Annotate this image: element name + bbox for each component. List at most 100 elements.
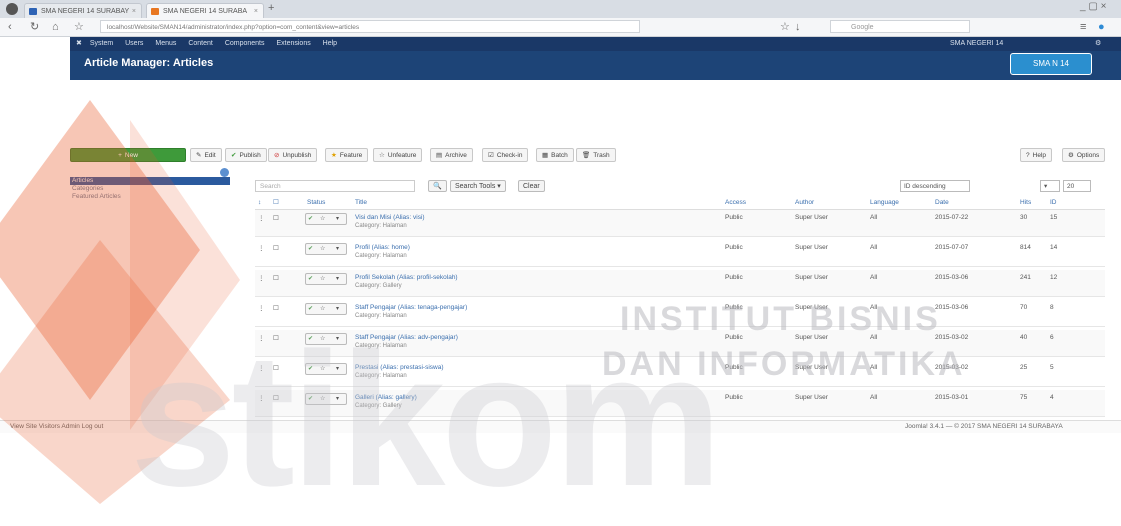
help-icon: ? (1026, 152, 1030, 159)
tab-label: SMA NEGERI 14 SURABA (163, 8, 248, 15)
col-title[interactable]: Title (355, 197, 367, 209)
featured-star-icon[interactable]: ☆ (320, 214, 325, 224)
date-value: 2015-07-07 (935, 244, 969, 251)
hits-value: 814 (1020, 244, 1031, 251)
language-value: All (870, 244, 878, 251)
browser-tab-bar: SMA NEGERI 14 SURABAY × SMA NEGERI 14 SU… (0, 0, 1121, 18)
menu-system[interactable]: System (90, 40, 113, 47)
col-hits[interactable]: Hits (1020, 197, 1031, 209)
feature-button[interactable]: ★ Feature (325, 148, 369, 162)
menu-icon[interactable]: ≡ (1080, 20, 1086, 34)
close-icon[interactable]: × (132, 4, 136, 18)
archive-label: Archive (445, 152, 467, 159)
featured-star-icon[interactable]: ☆ (320, 244, 325, 254)
featured-star-icon[interactable]: ☆ (320, 304, 325, 314)
search-button[interactable]: 🔍 (428, 180, 447, 192)
back-icon[interactable]: ‹ (8, 20, 12, 34)
hits-value: 70 (1020, 304, 1028, 311)
published-check-icon: ✔ (308, 246, 314, 252)
id-value: 4 (1050, 394, 1054, 401)
dropdown-caret-icon[interactable]: ▾ (336, 274, 339, 284)
user-gear-icon[interactable]: ⚙ (1095, 37, 1101, 51)
star-empty-icon: ☆ (379, 152, 385, 159)
menu-content[interactable]: Content (188, 40, 213, 47)
site-name[interactable]: SMA NEGERI 14 (950, 37, 1003, 51)
col-id[interactable]: ID (1050, 197, 1057, 209)
site-logo: SMA N 14 (1010, 53, 1092, 75)
menu-menus[interactable]: Menus (155, 40, 176, 47)
new-tab-button[interactable]: + (268, 2, 274, 14)
limit-select[interactable]: 20 (1063, 180, 1091, 192)
ordering-select[interactable]: ID descending (900, 180, 970, 192)
article-category: Category: Gallery (355, 283, 402, 289)
table-row[interactable]: ⋮ ☐ Public Super User All 2015-07-07 814 14 ✔ ☆ ▾ P… (255, 240, 1105, 267)
batch-icon: ▦ (542, 152, 549, 159)
tab-favicon-icon (29, 8, 37, 15)
col-author[interactable]: Author (795, 197, 814, 209)
search-tools-button[interactable]: Search Tools ▾ (450, 180, 506, 192)
author-value[interactable]: Super User (795, 274, 828, 281)
article-title-link[interactable]: Profil (Alias: home) (355, 244, 410, 251)
browser-tab-2[interactable]: SMA NEGERI 14 SURABA × (146, 3, 264, 18)
checkin-button[interactable]: ☑ Check-in (482, 148, 529, 162)
date-value: 2015-03-06 (935, 274, 969, 281)
help-button[interactable]: ? Help (1020, 148, 1052, 162)
unfeature-button[interactable]: ☆ Unfeature (373, 148, 423, 162)
menu-components[interactable]: Components (225, 40, 265, 47)
reload-icon[interactable]: ↻ (30, 20, 39, 34)
page-title: Article Manager: Articles (84, 57, 214, 69)
article-title-link[interactable]: Profil Sekolah (Alias: profil-sekolah) (355, 274, 458, 281)
col-status[interactable]: Status (307, 197, 325, 209)
options-button[interactable]: ⚙ Options (1062, 148, 1106, 162)
date-value: 2015-03-01 (935, 394, 969, 401)
browser-search-input[interactable]: Google (830, 20, 970, 33)
author-value[interactable]: Super User (795, 394, 828, 401)
featured-star-icon[interactable]: ☆ (320, 274, 325, 284)
search-tools-label: Search Tools (455, 183, 496, 190)
col-language[interactable]: Language (870, 197, 899, 209)
trash-icon: 🗑 (582, 152, 591, 159)
download-icon[interactable]: ↓ (795, 20, 801, 34)
star-icon: ★ (331, 152, 337, 159)
menu-extensions[interactable]: Extensions (276, 40, 310, 47)
archive-icon: ▤ (436, 152, 443, 159)
extension-icon[interactable]: ● (1098, 20, 1105, 34)
status-toggle[interactable]: ✔ ☆ ▾ (305, 243, 347, 255)
archive-button[interactable]: ▤ Archive (430, 148, 473, 162)
clear-button[interactable]: Clear (518, 180, 545, 192)
col-access[interactable]: Access (725, 197, 746, 209)
table-row[interactable]: ⋮ ☐ Public Super User All 2015-03-06 241 12 ✔ ☆ ▾ P… (255, 270, 1105, 297)
close-icon[interactable]: × (254, 4, 258, 18)
status-toggle[interactable]: ✔ ☆ ▾ (305, 213, 347, 225)
hits-value: 25 (1020, 364, 1028, 371)
address-bar[interactable]: localhost/Website/SMAN14/administrator/i… (100, 20, 640, 33)
sort-direction-select[interactable]: ▾ (1040, 180, 1060, 192)
browser-tab-1[interactable]: SMA NEGERI 14 SURABAY × (24, 3, 142, 18)
table-row[interactable]: ⋮ ☐ Public Super User All 2015-07-22 30 15 ✔ ☆ ▾ Vi… (255, 210, 1105, 237)
bookmark-star-icon[interactable]: ☆ (74, 20, 84, 34)
tab-favicon-icon (151, 8, 159, 15)
bookmark-icon[interactable]: ☆ (780, 20, 790, 34)
menu-help[interactable]: Help (323, 40, 337, 47)
window-controls[interactable]: _ ▢ × (1080, 1, 1106, 12)
dropdown-caret-icon[interactable]: ▾ (336, 304, 339, 314)
home-icon[interactable]: ⌂ (52, 20, 59, 34)
hits-value: 241 (1020, 274, 1031, 281)
id-value: 15 (1050, 214, 1058, 221)
id-value: 12 (1050, 274, 1058, 281)
dropdown-caret-icon[interactable]: ▾ (336, 214, 339, 224)
article-title-link[interactable]: Staff Pengajar (Alias: tenaga-pengajar) (355, 304, 467, 311)
article-title-link[interactable]: Visi dan Misi (Alias: visi) (355, 214, 425, 221)
status-toggle[interactable]: ✔ ☆ ▾ (305, 273, 347, 285)
author-value[interactable]: Super User (795, 214, 828, 221)
col-date[interactable]: Date (935, 197, 949, 209)
article-category: Category: Halaman (355, 223, 407, 229)
id-value: 5 (1050, 364, 1054, 371)
author-value[interactable]: Super User (795, 244, 828, 251)
trash-button[interactable]: 🗑 Trash (576, 148, 616, 162)
dropdown-caret-icon[interactable]: ▾ (336, 244, 339, 254)
footer-copyright: Joomla! 3.4.1 — © 2017 SMA NEGERI 14 SUR… (905, 423, 1063, 430)
batch-button[interactable]: ▦ Batch (536, 148, 574, 162)
language-value: All (870, 394, 878, 401)
menu-users[interactable]: Users (125, 40, 143, 47)
